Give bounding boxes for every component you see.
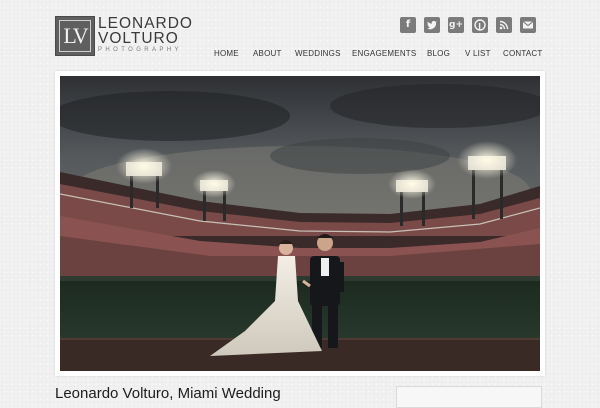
pinterest-icon[interactable] xyxy=(472,17,488,33)
nav-item-contact[interactable]: CONTACT xyxy=(503,49,542,58)
nav-item-about[interactable]: ABOUT xyxy=(253,49,282,58)
post-title[interactable]: Leonardo Volturo, Miami Wedding xyxy=(55,385,281,402)
pinterest-p-shape xyxy=(474,19,486,31)
nav-item-engagements[interactable]: ENGAGEMENTS xyxy=(352,49,416,58)
nav-item-blog[interactable]: BLOG xyxy=(427,49,450,58)
hero-frame xyxy=(55,71,545,376)
sidebar-widget xyxy=(396,386,542,408)
hero-image[interactable] xyxy=(60,76,540,371)
stadium-wedding-photo xyxy=(60,76,540,371)
rss-waves-shape xyxy=(499,20,509,30)
envelope-shape xyxy=(522,21,534,29)
nav-item-v-list[interactable]: V LIST xyxy=(465,49,491,58)
facebook-icon[interactable]: f xyxy=(400,17,416,33)
google-plus-glyph: g+ xyxy=(449,20,463,30)
rss-icon[interactable] xyxy=(496,17,512,33)
facebook-glyph: f xyxy=(405,19,411,30)
logo-monogram: LV xyxy=(59,20,91,52)
google-plus-icon[interactable]: g+ xyxy=(448,17,464,33)
nav-item-home[interactable]: HOME xyxy=(214,49,239,58)
twitter-bird-shape xyxy=(427,20,437,30)
main-nav: HOME ABOUT WEDDINGS ENGAGEMENTS BLOG V L… xyxy=(0,49,600,61)
twitter-icon[interactable] xyxy=(424,17,440,33)
nav-item-weddings[interactable]: WEDDINGS xyxy=(295,49,341,58)
logo-name-last: VOLTURO xyxy=(98,30,179,47)
email-icon[interactable] xyxy=(520,17,536,33)
